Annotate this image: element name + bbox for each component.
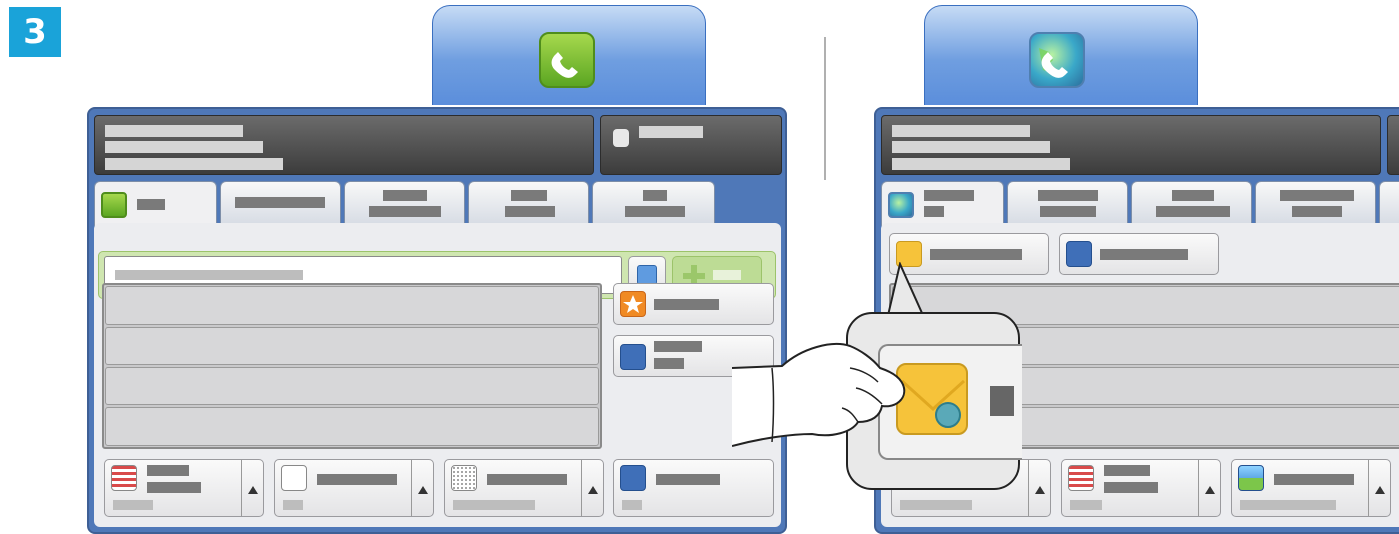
fax-app-button[interactable] (432, 5, 706, 105)
option-original-type[interactable] (1061, 459, 1221, 517)
resolution-icon (111, 465, 137, 491)
chevron-up-icon (1035, 486, 1045, 494)
option-halftone[interactable] (444, 459, 604, 517)
dial-characters-icon (637, 265, 657, 285)
fax-icon (101, 192, 127, 218)
recipient-row[interactable] (105, 286, 599, 325)
address-book-button[interactable] (1059, 233, 1219, 275)
recipient-row[interactable] (105, 327, 599, 365)
original-type-icon (1068, 465, 1094, 491)
status-header (881, 115, 1381, 175)
tab-3[interactable] (1131, 181, 1252, 223)
address-book-icon (620, 344, 646, 370)
original-type-icon (281, 465, 307, 491)
divider (824, 37, 826, 180)
tab-5[interactable] (592, 181, 715, 223)
fax-content (94, 223, 781, 527)
tab-4[interactable] (1255, 181, 1376, 223)
internet-fax-icon (888, 192, 914, 218)
pointing-hand-icon (732, 343, 906, 447)
recipient-row[interactable] (105, 407, 599, 446)
fax-screen (87, 107, 787, 534)
chevron-up-icon (1375, 486, 1385, 494)
tab-internet-fax[interactable] (881, 181, 1004, 226)
favorites-star-icon (620, 291, 646, 317)
tab-2[interactable] (220, 181, 341, 223)
internet-fax-icon (1029, 32, 1085, 88)
tab-4[interactable] (468, 181, 589, 223)
internet-fax-app-button[interactable] (924, 5, 1198, 105)
favorites-button[interactable] (613, 283, 774, 325)
status-header (94, 115, 594, 175)
tab-5[interactable] (1379, 181, 1399, 223)
step-badge: 3 (9, 7, 61, 57)
help-button[interactable] (600, 115, 782, 175)
chevron-up-icon (588, 486, 598, 494)
tab-2[interactable] (1007, 181, 1128, 223)
tab-fax[interactable] (94, 181, 217, 226)
halftone-icon (451, 465, 477, 491)
option-layout[interactable] (613, 459, 774, 517)
option-original-type[interactable] (274, 459, 434, 517)
color-mode-icon (1238, 465, 1264, 491)
option-resolution[interactable] (104, 459, 264, 517)
chevron-up-icon (418, 486, 428, 494)
chevron-up-icon (1205, 486, 1215, 494)
option-color-mode[interactable] (1231, 459, 1391, 517)
address-book-icon (1066, 241, 1092, 267)
layout-icon (620, 465, 646, 491)
phone-icon (539, 32, 595, 88)
recipient-row[interactable] (105, 367, 599, 405)
help-button[interactable] (1387, 115, 1399, 175)
tab-3[interactable] (344, 181, 465, 223)
help-key-icon (613, 129, 629, 147)
chevron-up-icon (248, 486, 258, 494)
